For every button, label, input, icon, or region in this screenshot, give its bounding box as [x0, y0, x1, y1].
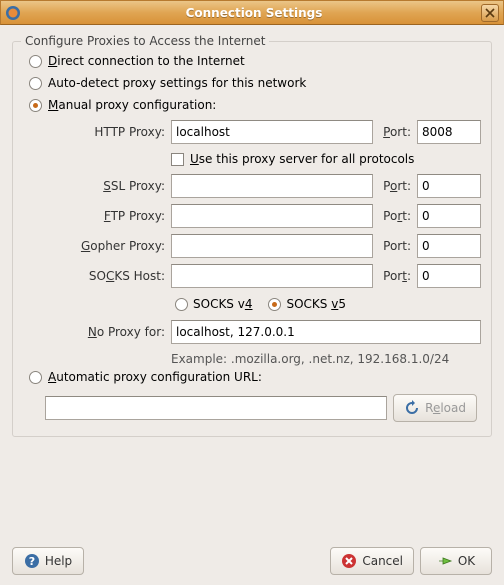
- help-button[interactable]: ? Help: [12, 547, 84, 575]
- use-all-label: Use this proxy server for all protocols: [190, 152, 414, 166]
- help-label: Help: [45, 554, 72, 568]
- radio-icon: [175, 298, 188, 311]
- ssl-proxy-label: SSL Proxy:: [45, 179, 165, 193]
- cancel-label: Cancel: [362, 554, 403, 568]
- radio-icon: [29, 99, 42, 112]
- http-port-label: Port:: [379, 125, 411, 139]
- dialog-footer: ? Help Cancel OK: [12, 535, 492, 575]
- svg-text:?: ?: [29, 555, 35, 568]
- proxy-grid: HTTP Proxy: Port: Use this proxy server …: [23, 120, 481, 366]
- help-icon: ?: [24, 553, 40, 569]
- radio-icon: [29, 371, 42, 384]
- radio-socks-v5[interactable]: SOCKS v5: [268, 297, 346, 311]
- gopher-proxy-input[interactable]: [171, 234, 373, 258]
- ok-label: OK: [458, 554, 475, 568]
- no-proxy-example: Example: .mozilla.org, .net.nz, 192.168.…: [171, 350, 481, 366]
- socks-v5-label: SOCKS v5: [286, 297, 346, 311]
- radio-manual-label: Manual proxy configuration:: [48, 98, 216, 112]
- gopher-proxy-label: Gopher Proxy:: [45, 239, 165, 253]
- radio-icon: [29, 55, 42, 68]
- titlebar: Connection Settings: [0, 0, 504, 25]
- socks-port-label: Port:: [379, 269, 411, 283]
- http-proxy-input[interactable]: [171, 120, 373, 144]
- ftp-port-label: Port:: [379, 209, 411, 223]
- reload-label: Reload: [425, 401, 466, 415]
- socks-port-input[interactable]: [417, 264, 481, 288]
- ftp-proxy-input[interactable]: [171, 204, 373, 228]
- ssl-proxy-input[interactable]: [171, 174, 373, 198]
- use-all-row[interactable]: Use this proxy server for all protocols: [171, 150, 481, 168]
- radio-pac-label: Automatic proxy configuration URL:: [48, 370, 262, 384]
- window-title: Connection Settings: [27, 6, 481, 20]
- fieldset-legend: Configure Proxies to Access the Internet: [21, 34, 269, 48]
- ftp-proxy-label: FTP Proxy:: [45, 209, 165, 223]
- ok-icon: [437, 553, 453, 569]
- app-icon: [5, 5, 21, 21]
- ssl-port-input[interactable]: [417, 174, 481, 198]
- radio-socks-v4[interactable]: SOCKS v4: [175, 297, 252, 311]
- socks-version-row: SOCKS v4 SOCKS v5: [171, 294, 481, 314]
- radio-direct-label: Direct connection to the Internet: [48, 54, 245, 68]
- proxy-fieldset: Configure Proxies to Access the Internet…: [12, 41, 492, 437]
- radio-auto-detect[interactable]: Auto-detect proxy settings for this netw…: [23, 72, 481, 94]
- ssl-port-label: Port:: [379, 179, 411, 193]
- socks-v4-label: SOCKS v4: [193, 297, 252, 311]
- http-port-input[interactable]: [417, 120, 481, 144]
- pac-row: Reload: [23, 388, 481, 422]
- cancel-button[interactable]: Cancel: [330, 547, 414, 575]
- gopher-port-input[interactable]: [417, 234, 481, 258]
- window-close-button[interactable]: [481, 4, 499, 22]
- reload-icon: [404, 400, 420, 416]
- reload-button[interactable]: Reload: [393, 394, 477, 422]
- socks-host-input[interactable]: [171, 264, 373, 288]
- radio-icon: [29, 77, 42, 90]
- radio-manual[interactable]: Manual proxy configuration:: [23, 94, 481, 116]
- radio-auto-detect-label: Auto-detect proxy settings for this netw…: [48, 76, 306, 90]
- pac-url-input[interactable]: [45, 396, 387, 420]
- ftp-port-input[interactable]: [417, 204, 481, 228]
- socks-host-label: SOCKS Host:: [45, 269, 165, 283]
- ok-button[interactable]: OK: [420, 547, 492, 575]
- cancel-icon: [341, 553, 357, 569]
- window-body: Configure Proxies to Access the Internet…: [0, 25, 504, 585]
- radio-direct[interactable]: Direct connection to the Internet: [23, 50, 481, 72]
- no-proxy-input[interactable]: [171, 320, 481, 344]
- checkbox-icon: [171, 153, 184, 166]
- gopher-port-label: Port:: [379, 239, 411, 253]
- no-proxy-label: No Proxy for:: [45, 325, 165, 339]
- http-proxy-label: HTTP Proxy:: [45, 125, 165, 139]
- radio-icon: [268, 298, 281, 311]
- radio-pac[interactable]: Automatic proxy configuration URL:: [23, 366, 481, 388]
